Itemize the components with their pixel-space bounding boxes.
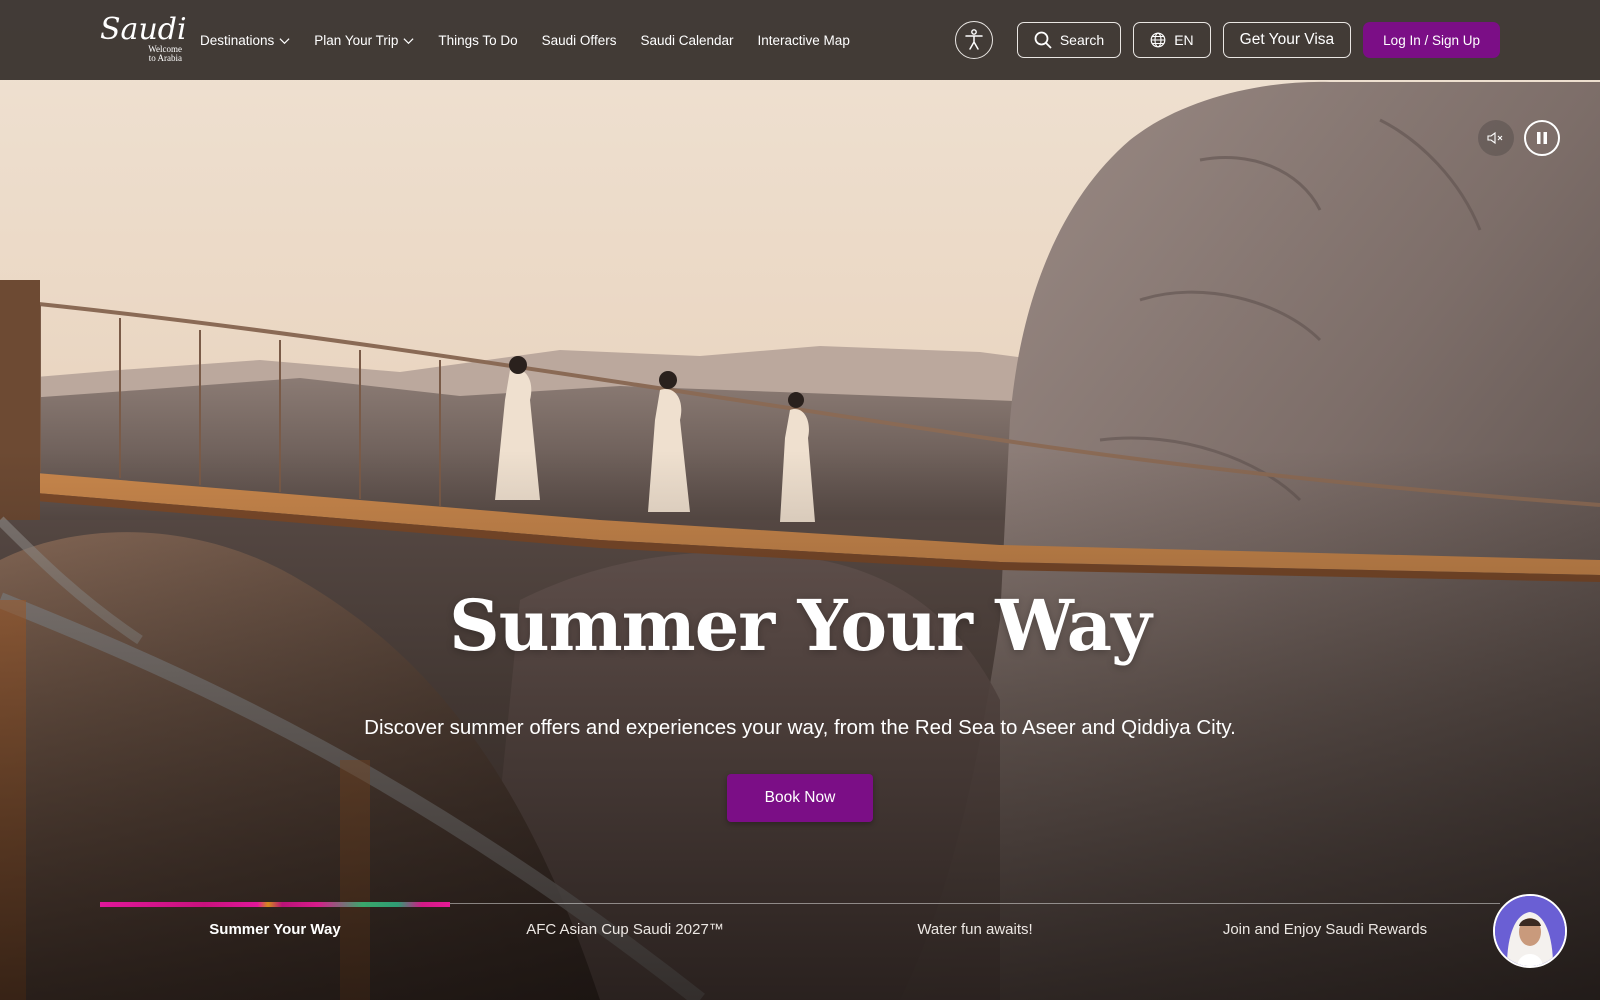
- nav-destinations[interactable]: Destinations: [200, 33, 302, 48]
- language-button[interactable]: EN: [1133, 22, 1211, 58]
- globe-icon: [1150, 32, 1166, 48]
- search-icon: [1034, 31, 1052, 49]
- book-now-button[interactable]: Book Now: [727, 774, 873, 822]
- carousel-tab-afc-asian-cup[interactable]: AFC Asian Cup Saudi 2027™: [450, 903, 800, 963]
- nav-interactive-map[interactable]: Interactive Map: [746, 33, 862, 48]
- hero-title: Summer Your Way: [449, 584, 1152, 667]
- carousel-tab-water-fun[interactable]: Water fun awaits!: [800, 903, 1150, 963]
- login-signup-button[interactable]: Log In / Sign Up: [1363, 22, 1500, 58]
- search-label: Search: [1059, 32, 1105, 48]
- get-visa-button[interactable]: Get Your Visa: [1222, 22, 1352, 58]
- nav-label: Saudi Offers: [541, 32, 617, 48]
- carousel-tab-summer-your-way[interactable]: Summer Your Way: [100, 902, 450, 963]
- mute-button[interactable]: [1478, 120, 1514, 156]
- hero-subtitle: Discover summer offers and experiences y…: [364, 716, 1236, 739]
- virtual-assistant-avatar[interactable]: [1493, 894, 1567, 968]
- logo-wordmark: Saudi: [100, 12, 187, 47]
- site-header: Saudi Welcome to Arabia Destinations Plan…: [0, 0, 1600, 80]
- pause-icon: [1537, 132, 1547, 144]
- nav-label: Plan Your Trip: [314, 32, 399, 48]
- nav-saudi-calendar[interactable]: Saudi Calendar: [628, 33, 745, 48]
- carousel-tab-label: Summer Your Way: [209, 921, 341, 938]
- video-controls: [1478, 120, 1560, 156]
- accessibility-icon: [965, 29, 983, 50]
- nav-label: Things To Do: [438, 32, 518, 48]
- accessibility-button[interactable]: [954, 21, 993, 59]
- language-label: EN: [1174, 32, 1194, 48]
- speaker-muted-icon: [1487, 131, 1503, 145]
- carousel-tab-label: Join and Enjoy Saudi Rewards: [1222, 921, 1428, 938]
- search-button[interactable]: Search: [1016, 22, 1122, 58]
- chevron-down-icon: [279, 37, 290, 44]
- nav-label: Interactive Map: [757, 32, 850, 48]
- chevron-down-icon: [403, 37, 414, 44]
- pause-button[interactable]: [1524, 120, 1560, 156]
- nav-saudi-offers[interactable]: Saudi Offers: [530, 33, 629, 48]
- carousel-tab-label: Water fun awaits!: [917, 921, 1033, 938]
- nav-label: Destinations: [200, 32, 275, 48]
- hero-overlay: [0, 0, 1600, 1000]
- hero-background: [0, 0, 1600, 1000]
- carousel-tab-label: AFC Asian Cup Saudi 2027™: [526, 921, 724, 938]
- logo-tagline: Welcome to Arabia: [148, 44, 182, 63]
- header-actions: Search EN Get Your Visa Log In / Sign Up: [954, 21, 1500, 59]
- hero-carousel-tabs: Summer Your Way AFC Asian Cup Saudi 2027…: [100, 902, 1500, 963]
- carousel-progress-bar: [100, 902, 450, 907]
- carousel-tab-saudi-rewards[interactable]: Join and Enjoy Saudi Rewards: [1150, 903, 1500, 963]
- nav-things-to-do[interactable]: Things To Do: [426, 33, 529, 48]
- nav-plan-your-trip[interactable]: Plan Your Trip: [302, 33, 426, 48]
- main-nav: Destinations Plan Your Trip Things To Do…: [200, 33, 862, 48]
- nav-label: Saudi Calendar: [640, 32, 734, 48]
- assistant-avatar-image: [1495, 896, 1565, 966]
- saudi-logo[interactable]: Saudi Welcome to Arabia: [100, 15, 187, 65]
